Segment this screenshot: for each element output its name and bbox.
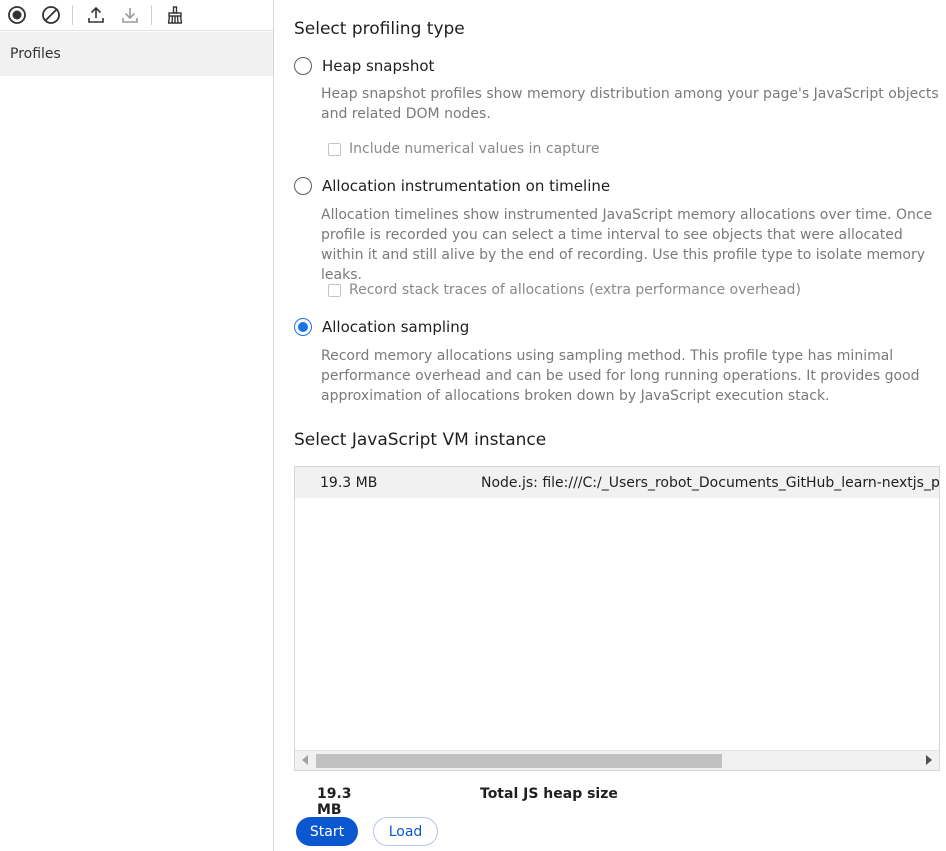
scrollbar-thumb[interactable] xyxy=(316,754,722,768)
total-heap-label: Total JS heap size xyxy=(480,786,618,802)
profile-launcher: Select profiling type Heap snapshot Heap… xyxy=(274,0,946,851)
scroll-right-icon[interactable] xyxy=(926,755,932,765)
checkbox-label: Record stack traces of allocations (extr… xyxy=(349,282,801,298)
option-description: Allocation timelines show instrumented J… xyxy=(321,207,933,283)
record-icon[interactable] xyxy=(6,4,28,26)
garbage-collect-icon[interactable] xyxy=(164,4,186,26)
start-button[interactable]: Start xyxy=(296,817,358,846)
checkbox-box[interactable] xyxy=(328,283,341,297)
allocation-timeline-radio[interactable] xyxy=(294,177,312,195)
vm-instance-list: 19.3 MB Node.js: file:///C:/_Users_robot… xyxy=(294,466,940,771)
checkbox-box[interactable] xyxy=(328,142,341,156)
option-description: Heap snapshot profiles show memory distr… xyxy=(321,86,939,122)
option-label: Allocation sampling xyxy=(322,318,470,336)
toolbar-divider xyxy=(151,5,152,25)
allocation-sampling-option[interactable]: Allocation sampling xyxy=(294,318,469,336)
clear-icon[interactable] xyxy=(40,4,62,26)
toolbar xyxy=(0,0,273,31)
option-label: Heap snapshot xyxy=(322,57,435,75)
vm-instance-row[interactable]: 19.3 MB Node.js: file:///C:/_Users_robot… xyxy=(295,467,939,498)
heap-snapshot-option[interactable]: Heap snapshot xyxy=(294,57,434,75)
checkbox-label: Include numerical values in capture xyxy=(349,141,600,157)
heap-snapshot-radio[interactable] xyxy=(294,57,312,75)
download-icon[interactable] xyxy=(119,4,141,26)
vm-instance-heading: Select JavaScript VM instance xyxy=(294,430,547,450)
upload-icon[interactable] xyxy=(85,4,107,26)
sidebar-item-profiles[interactable]: Profiles xyxy=(0,32,273,76)
vm-heap-size: 19.3 MB xyxy=(320,474,378,491)
profiles-sidebar: Profiles xyxy=(0,0,274,851)
scroll-left-icon[interactable] xyxy=(302,755,308,765)
allocation-sampling-radio[interactable] xyxy=(294,318,312,336)
include-numerical-values-checkbox[interactable]: Include numerical values in capture xyxy=(328,141,599,157)
sidebar-item-label: Profiles xyxy=(10,46,61,62)
allocation-timeline-option[interactable]: Allocation instrumentation on timeline xyxy=(294,177,610,195)
vm-name: Node.js: file:///C:/_Users_robot_Documen… xyxy=(481,474,939,491)
horizontal-scrollbar[interactable] xyxy=(295,750,939,770)
option-label: Allocation instrumentation on timeline xyxy=(322,177,611,195)
load-button[interactable]: Load xyxy=(373,817,438,846)
toolbar-divider xyxy=(72,5,73,25)
memory-panel: Profiles Select profiling type Heap snap… xyxy=(0,0,946,851)
profiling-type-heading: Select profiling type xyxy=(294,19,465,39)
total-heap-size: 19.3 MB xyxy=(317,786,352,818)
record-stack-traces-checkbox[interactable]: Record stack traces of allocations (extr… xyxy=(328,282,801,298)
option-description: Record memory allocations using sampling… xyxy=(321,348,920,404)
